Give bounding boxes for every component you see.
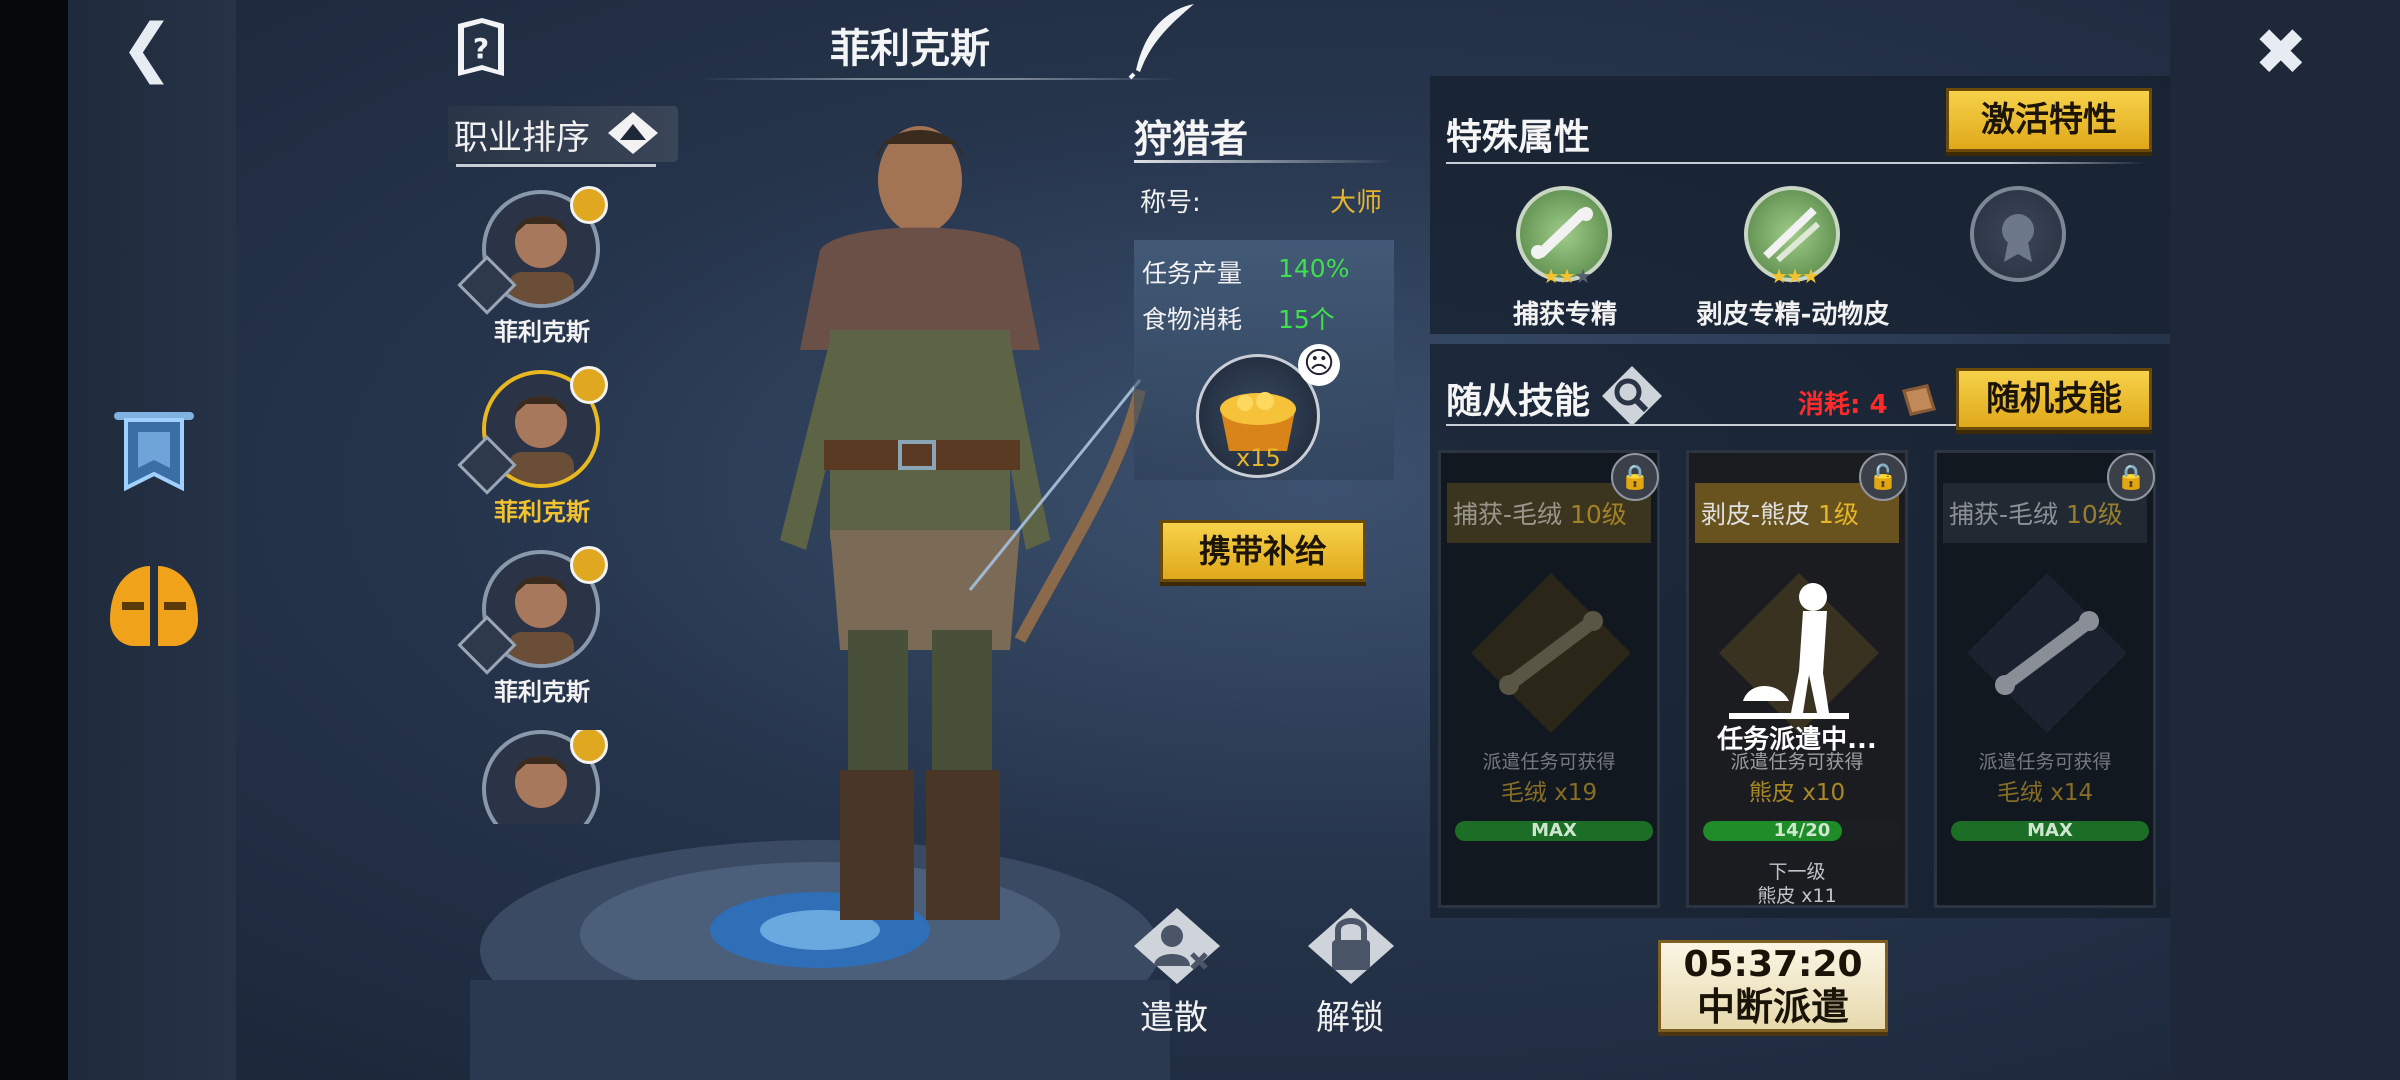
hunter-class-badge-icon — [570, 546, 608, 584]
skill-name: 剥皮-熊皮 — [1701, 500, 1811, 529]
class-underline — [1134, 160, 1394, 163]
skill-desc: 派遣任务可获得 — [1978, 751, 2112, 773]
dispatch-figure-icon — [1719, 573, 1879, 733]
skill-progress-bar: MAX — [1455, 821, 1653, 841]
skill-book-icon — [1902, 384, 1936, 416]
banner-icon[interactable] — [112, 408, 196, 496]
trait-slot[interactable]: ★★★ 捕获专精 — [1460, 186, 1670, 336]
skill-progress-text: MAX — [1531, 820, 1577, 841]
skill-name: 捕获-毛绒 — [1453, 500, 1563, 529]
special-underline — [1446, 162, 2146, 164]
roster-name: 菲利克斯 — [494, 678, 590, 706]
interrupt-dispatch-label: 中断派遣 — [1696, 985, 1849, 1029]
skill-progress-text: 14/20 — [1773, 821, 1831, 841]
honor-title-value: 大师 — [1330, 188, 1383, 218]
follower-skills-title: 随从技能 — [1446, 381, 1591, 422]
cost-label: 消耗: 4 — [1798, 390, 1888, 420]
stat-value: 140% — [1278, 254, 1350, 283]
left-edge — [0, 0, 68, 1080]
skill-card-active[interactable]: 剥皮-熊皮 1级 🔓 任务派遣中... 派遣任务可获得 熊皮 x10 14/20… — [1686, 450, 1908, 908]
feather-rename-icon[interactable] — [1124, 0, 1200, 80]
dispatch-timer: 05:37:20 — [1683, 944, 1863, 985]
trait-slot-locked[interactable] — [1914, 186, 2124, 336]
hunter-class-badge-icon — [570, 186, 608, 224]
roster-item-selected[interactable]: 菲利克斯 — [452, 366, 612, 526]
stat-value: 15个 — [1278, 305, 1335, 334]
lock-icon[interactable]: 🔒 — [2107, 453, 2155, 501]
hero-name: 菲利克斯 — [830, 26, 990, 72]
hero-character-model — [780, 126, 1146, 920]
side-bar — [68, 0, 236, 1080]
skill-desc: 派遣任务可获得 — [1730, 751, 1864, 773]
carry-supply-button[interactable]: 携带补给 — [1160, 520, 1366, 582]
unlocked-icon[interactable]: 🔓 — [1859, 453, 1907, 501]
next-level-label: 下一级 — [1768, 861, 1826, 883]
helmet-icon[interactable] — [104, 560, 204, 652]
skill-progress-bar: MAX — [1951, 821, 2149, 841]
svg-text:?: ? — [473, 32, 489, 65]
bone-skill-icon — [1471, 573, 1631, 733]
back-arrow-icon[interactable]: ❮ — [120, 16, 180, 80]
supply-count: x15 — [1236, 444, 1281, 472]
skill-level: 1级 — [1817, 500, 1859, 529]
name-underline — [700, 78, 1180, 80]
skill-progress-bar: 14/20 — [1703, 821, 1901, 841]
skill-name: 捕获-毛绒 — [1949, 500, 2059, 529]
unlock-label: 解锁 — [1316, 998, 1384, 1038]
dismiss-label: 遣散 — [1140, 998, 1208, 1038]
skill-card[interactable]: 捕获-毛绒 10级 🔒 派遣任务可获得 毛绒 x14 MAX — [1934, 450, 2156, 908]
roster-name: 菲利克斯 — [494, 318, 590, 346]
magnifier-icon[interactable] — [1600, 364, 1664, 428]
dismiss-person-icon[interactable] — [1132, 906, 1222, 986]
skill-progress-text: MAX — [2027, 820, 2073, 841]
hunter-class-badge-icon — [570, 366, 608, 404]
special-attributes-title: 特殊属性 — [1446, 117, 1591, 158]
padlock-icon[interactable] — [1306, 906, 1396, 986]
skill-card[interactable]: 捕获-毛绒 10级 🔒 派遣任务可获得 毛绒 x19 MAX — [1438, 450, 1660, 908]
stat-label: 任务产量 — [1142, 259, 1243, 288]
skill-reward: 毛绒 x19 — [1500, 780, 1598, 806]
skill-reward: 毛绒 x14 — [1996, 780, 2094, 806]
skill-reward: 熊皮 x10 — [1748, 780, 1846, 806]
roster-item-partial[interactable] — [452, 730, 632, 824]
skill-title: 捕获-毛绒 10级 — [1453, 495, 1653, 531]
class-title: 狩猎者 — [1134, 117, 1249, 161]
codex-book-icon[interactable]: ? — [452, 14, 510, 82]
roster-item[interactable]: 菲利克斯 — [452, 546, 612, 706]
locked-trait-icon — [1970, 186, 2066, 282]
skill-level: 10级 — [2065, 500, 2123, 529]
roster-name: 菲利克斯 — [494, 498, 590, 526]
skill-title: 剥皮-熊皮 1级 — [1701, 495, 1901, 531]
skill-level: 10级 — [1569, 500, 1627, 529]
trait-label: 剥皮专精-动物皮 — [1696, 300, 1890, 330]
bone-skill-icon — [1967, 573, 2127, 733]
right-edge — [2170, 0, 2400, 1080]
sort-underline — [456, 164, 656, 167]
hunter-class-badge-icon — [570, 730, 608, 764]
honor-title-label: 称号: — [1140, 188, 1201, 218]
trait-label: 捕获专精 — [1512, 300, 1617, 330]
skill-title: 捕获-毛绒 10级 — [1949, 495, 2149, 531]
lock-icon[interactable]: 🔒 — [1611, 453, 1659, 501]
trait-stars: ★★★ — [1770, 264, 1820, 288]
close-x-icon[interactable]: ✖ — [2254, 18, 2324, 88]
next-level-value: 熊皮 x11 — [1757, 885, 1837, 907]
activate-trait-button[interactable]: 激活特性 — [1946, 88, 2152, 152]
roster-item[interactable]: 菲利克斯 — [452, 186, 612, 346]
class-sort-label: 职业排序 — [454, 118, 590, 158]
stat-label: 食物消耗 — [1142, 305, 1243, 334]
skill-desc: 派遣任务可获得 — [1482, 751, 1616, 773]
interrupt-dispatch-button[interactable]: 05:37:20 中断派遣 — [1658, 940, 1888, 1032]
trait-slot[interactable]: ★★★ 剥皮专精-动物皮 — [1688, 186, 1898, 336]
random-skill-button[interactable]: 随机技能 — [1956, 368, 2152, 430]
sort-up-arrow-icon[interactable] — [604, 108, 662, 158]
trait-stars: ★★★ — [1542, 264, 1592, 288]
sad-face-icon: ☹ — [1298, 344, 1340, 386]
